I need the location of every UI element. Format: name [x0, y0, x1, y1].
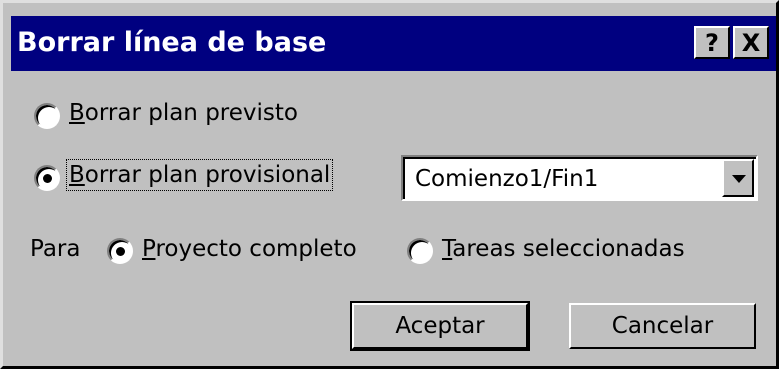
clear-baseline-radio[interactable] — [34, 103, 60, 129]
clear-baseline-label[interactable]: Borrar plan previsto — [69, 100, 298, 126]
help-icon: ? — [705, 28, 719, 57]
interim-plan-select[interactable]: Comienzo1/Fin1 — [401, 155, 758, 201]
selected-tasks-text: areas seleccionadas — [452, 236, 685, 262]
radio-selected-dot — [116, 247, 125, 256]
window-title: Borrar línea de base — [17, 27, 327, 58]
clear-baseline-dialog: Borrar línea de base ? X Borrar plan pre… — [0, 0, 779, 369]
entire-project-label[interactable]: Proyecto completo — [142, 236, 357, 262]
entire-project-mnemonic: P — [142, 236, 156, 262]
ok-button[interactable]: Aceptar — [350, 301, 530, 351]
interim-plan-value: Comienzo1/Fin1 — [415, 166, 599, 192]
selected-tasks-label[interactable]: Tareas seleccionadas — [442, 236, 685, 262]
scope-label: Para — [30, 236, 81, 262]
close-button[interactable]: X — [733, 26, 769, 59]
selected-tasks-mnemonic: T — [442, 236, 453, 262]
title-bar[interactable]: Borrar línea de base ? X — [11, 16, 776, 71]
chevron-down-icon — [732, 175, 746, 183]
entire-project-text: royecto completo — [155, 236, 357, 262]
close-icon: X — [741, 28, 761, 57]
clear-interim-label[interactable]: Borrar plan provisional — [65, 159, 334, 191]
entire-project-radio[interactable] — [107, 238, 133, 264]
clear-baseline-mnemonic: B — [69, 100, 85, 126]
clear-interim-text: orrar plan provisional — [84, 162, 331, 188]
dropdown-button[interactable] — [722, 159, 754, 197]
clear-interim-radio[interactable] — [34, 165, 60, 191]
radio-selected-dot — [43, 174, 52, 183]
clear-baseline-text: orrar plan previsto — [84, 100, 298, 126]
help-button[interactable]: ? — [694, 26, 730, 59]
selected-tasks-radio[interactable] — [407, 238, 433, 264]
clear-interim-mnemonic: B — [69, 162, 85, 188]
cancel-button[interactable]: Cancelar — [569, 303, 756, 349]
